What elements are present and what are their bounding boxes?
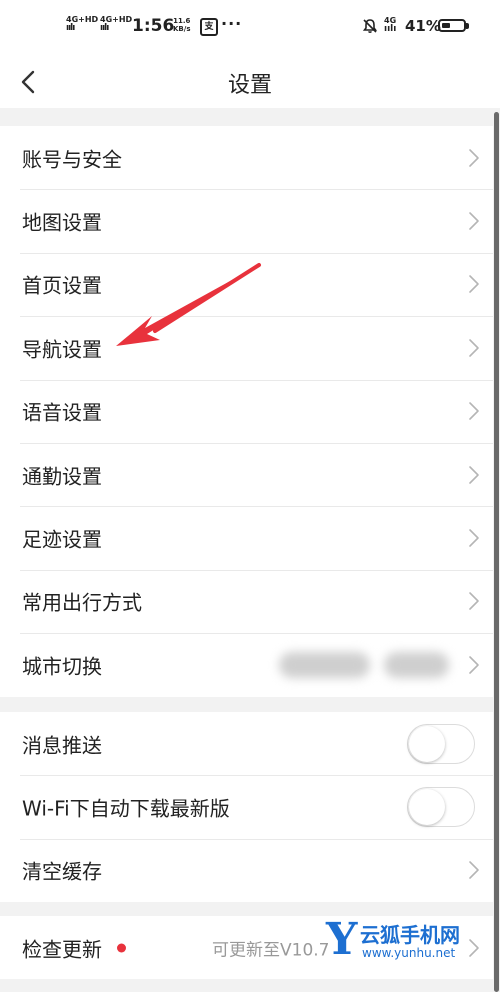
page-title: 设置 [227, 73, 272, 98]
settings-row-label: 导航设置 [22, 337, 102, 362]
chevron-right-icon [469, 275, 479, 294]
more-notifications-icon: ··· [221, 14, 243, 33]
watermark-url: www.yunhu.net [362, 946, 456, 960]
toggle-knob [409, 725, 445, 762]
settings-row-label: 城市切换 [22, 654, 102, 679]
settings-row-label: 足迹设置 [22, 527, 102, 552]
chevron-right-icon [469, 529, 479, 547]
title-bar: 设置 [0, 56, 500, 108]
status-bar: 4G+HD ıılı 4G+HD ıılı 1:56 11.6 KB/s 支 ·… [0, 0, 500, 56]
settings-row[interactable]: 语音设置 [0, 379, 493, 443]
settings-row-label: 常用出行方式 [22, 590, 142, 615]
alipay-notification-icon: 支 [200, 18, 218, 36]
network-4g-icon: 4G ıılı [384, 16, 397, 34]
chevron-right-icon [469, 656, 479, 674]
scrollbar[interactable] [494, 112, 499, 992]
update-version-text: 可更新至V10.7 [212, 940, 330, 961]
watermark-letter: Y [326, 914, 358, 965]
update-badge-dot [117, 943, 126, 953]
settings-row[interactable]: 足迹设置 [0, 506, 493, 569]
mute-bell-icon [362, 19, 378, 33]
settings-row[interactable]: 消息推送 [0, 712, 493, 775]
chevron-right-icon [469, 212, 479, 230]
network-speed-unit: KB/s [173, 25, 191, 33]
network-speed-value: 11.6 [173, 17, 191, 25]
settings-row[interactable]: 清空缓存 [0, 838, 493, 902]
settings-row-label: 地图设置 [22, 210, 102, 235]
chevron-right-icon [469, 592, 479, 611]
chevron-right-icon [469, 402, 479, 421]
settings-row[interactable]: 城市切换 [0, 633, 493, 696]
settings-row[interactable]: 导航设置 [0, 316, 493, 379]
settings-row[interactable]: 地图设置 [0, 189, 493, 252]
settings-group-general: 账号与安全地图设置首页设置导航设置语音设置通勤设置足迹设置常用出行方式 城市切换 [0, 126, 493, 697]
current-city-value-redacted [279, 651, 449, 678]
settings-row-label: 语音设置 [22, 400, 102, 425]
settings-row-label: 通勤设置 [22, 464, 102, 489]
battery-tip [466, 23, 469, 29]
settings-row-label: 清空缓存 [22, 859, 102, 884]
settings-row-label: 账号与安全 [22, 147, 122, 172]
watermark-logo: Y 云狐手机网 www.yunhu.net [326, 914, 486, 976]
chevron-right-icon [469, 339, 479, 357]
settings-row-label: 检查更新 [22, 937, 102, 962]
settings-group-notifications: 消息推送 Wi-Fi下自动下载最新版 清空缓存 [0, 712, 493, 903]
settings-row-label: Wi-Fi下自动下载最新版 [22, 796, 230, 821]
settings-row[interactable]: 账号与安全 [0, 126, 493, 189]
battery-percent: 41% [405, 17, 441, 35]
toggle-switch[interactable] [407, 723, 475, 764]
settings-row-label: 消息推送 [22, 733, 102, 758]
battery-icon [438, 19, 466, 32]
settings-row[interactable]: 通勤设置 [0, 442, 493, 506]
chevron-right-icon [469, 465, 479, 484]
chevron-right-icon [469, 148, 479, 167]
settings-row[interactable]: 首页设置 [0, 252, 493, 316]
toggle-knob [409, 789, 445, 826]
settings-row-label: 首页设置 [22, 273, 102, 298]
chevron-right-icon [469, 861, 479, 880]
watermark-site-name: 云狐手机网 [360, 923, 460, 947]
toggle-switch[interactable] [407, 787, 475, 828]
settings-row[interactable]: 常用出行方式 [0, 569, 493, 633]
settings-row[interactable]: Wi-Fi下自动下载最新版 [0, 775, 493, 838]
network-speed: 11.6 KB/s [173, 17, 190, 33]
signal-1-icon: 4G+HD ıılı [66, 15, 99, 33]
status-time: 1:56 [132, 16, 175, 36]
signal-2-icon: 4G+HD ıılı [100, 15, 133, 33]
